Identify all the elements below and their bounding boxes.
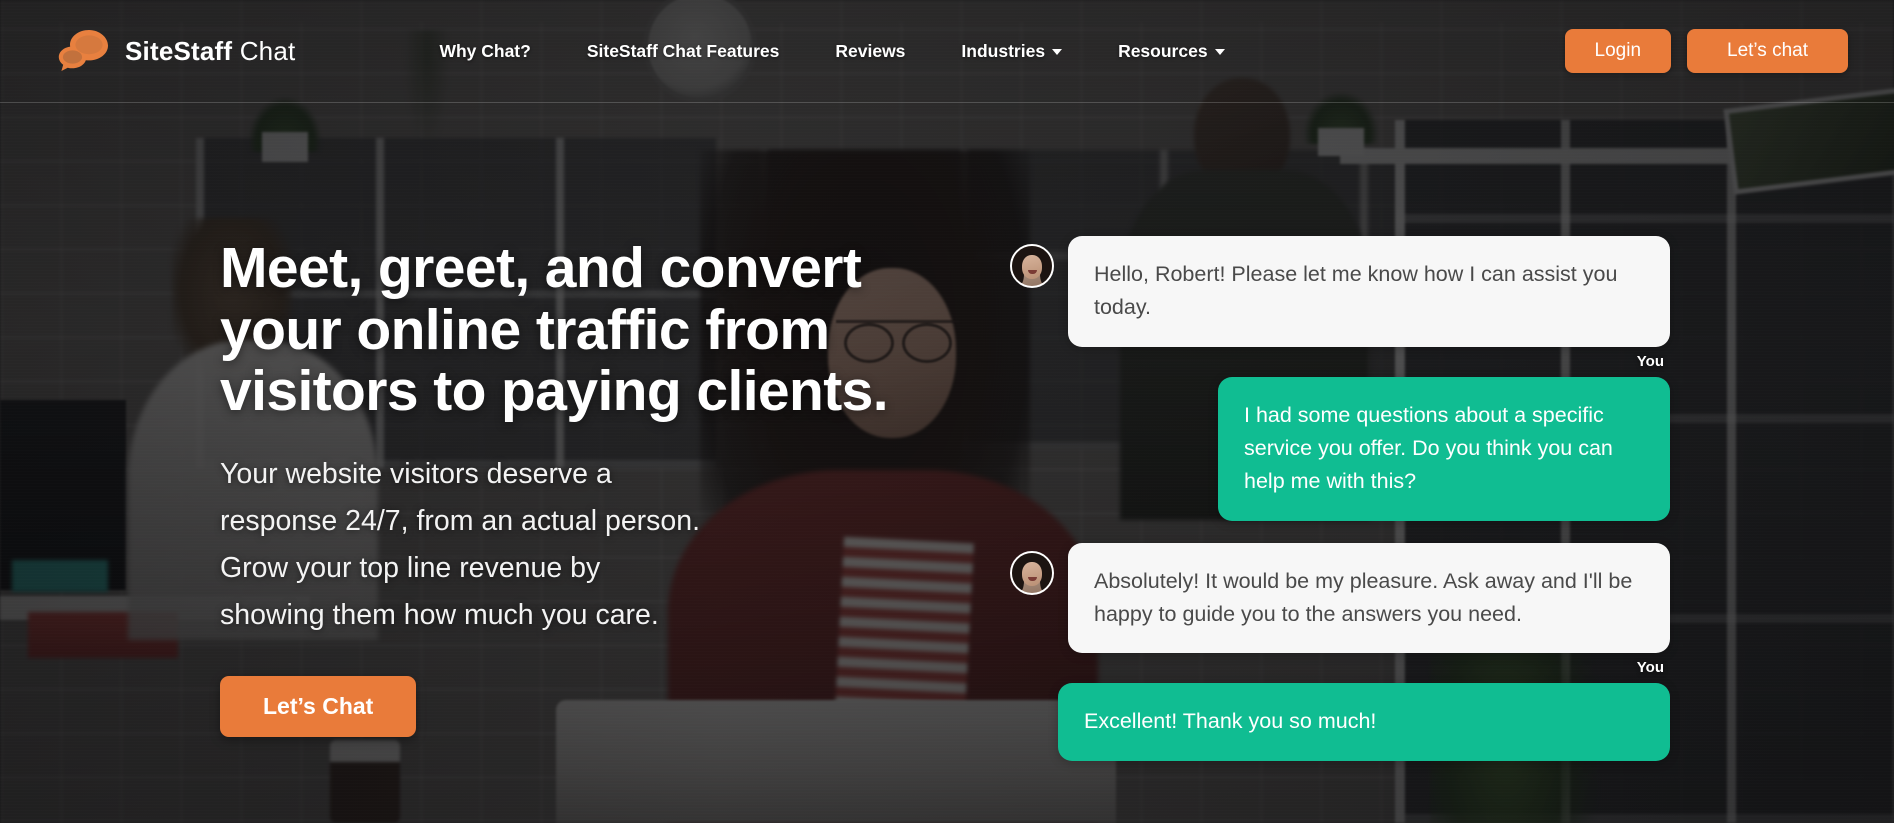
headline-line: your online traffic from	[220, 297, 830, 362]
chat-bubbles-icon	[56, 28, 112, 74]
headline-line: Meet, greet, and convert	[220, 236, 862, 300]
nav-item-resources[interactable]: Resources	[1090, 41, 1253, 62]
nav-item-label: SiteStaff Chat Features	[586, 40, 780, 61]
login-button[interactable]: Login	[1564, 29, 1672, 73]
chat-message-agent: Hello, Robert! Please let me know how I …	[1010, 236, 1670, 347]
hero-copy: Meet, greet, and convert your online tra…	[220, 236, 980, 737]
nav-item-why-chat[interactable]: Why Chat?	[411, 41, 558, 62]
page-title: Meet, greet, and convert your online tra…	[220, 236, 980, 424]
top-navigation-bar: SiteStaff Chat Why Chat? SiteStaff Chat …	[0, 0, 1894, 103]
nav-item-reviews[interactable]: Reviews	[807, 41, 933, 62]
subhead-line: Your website visitors deserve a	[220, 457, 612, 490]
nav-actions: Login Let’s chat	[1564, 29, 1848, 73]
nav-item-label: Resources	[1118, 40, 1208, 61]
chat-bubble-agent: Hello, Robert! Please let me know how I …	[1068, 236, 1670, 347]
hero-section: SiteStaff Chat Why Chat? SiteStaff Chat …	[0, 0, 1894, 823]
subhead-line: showing them how much you care.	[220, 598, 659, 631]
nav-item-label: Why Chat?	[439, 40, 531, 61]
nav-item-industries[interactable]: Industries	[933, 41, 1090, 62]
chat-message-agent: Absolutely! It would be my pleasure. Ask…	[1010, 542, 1670, 654]
hero-lets-chat-button[interactable]: Let’s Chat	[220, 675, 417, 737]
chat-sender-label: You	[1636, 659, 1664, 677]
hero-subheadline: Your website visitors deserve a response…	[220, 451, 980, 639]
chat-transcript: Hello, Robert! Please let me know how I …	[1010, 236, 1670, 761]
nav-item-label: Reviews	[835, 40, 906, 61]
chat-bubble-agent: Absolutely! It would be my pleasure. Ask…	[1068, 542, 1670, 654]
headline-line: visitors to paying clients.	[220, 359, 889, 424]
agent-avatar	[1010, 244, 1054, 288]
brand-logo[interactable]: SiteStaff Chat	[56, 28, 295, 74]
chat-sender-label: You	[1636, 352, 1664, 370]
agent-avatar	[1010, 550, 1054, 595]
chat-bubble-user: I had some questions about a specific se…	[1218, 376, 1670, 521]
brand-name: SiteStaff Chat	[125, 35, 296, 66]
lets-chat-nav-button[interactable]: Let’s chat	[1687, 29, 1848, 73]
chevron-down-icon	[1052, 49, 1063, 55]
subhead-line: Grow your top line revenue by	[220, 551, 601, 584]
nav-item-features[interactable]: SiteStaff Chat Features	[559, 41, 808, 62]
nav-links: Why Chat? SiteStaff Chat Features Review…	[411, 41, 1252, 62]
subhead-line: response 24/7, from an actual person.	[220, 504, 701, 537]
nav-item-label: Industries	[961, 40, 1046, 61]
chevron-down-icon	[1214, 49, 1225, 55]
chat-bubble-user: Excellent! Thank you so much!	[1058, 683, 1670, 761]
